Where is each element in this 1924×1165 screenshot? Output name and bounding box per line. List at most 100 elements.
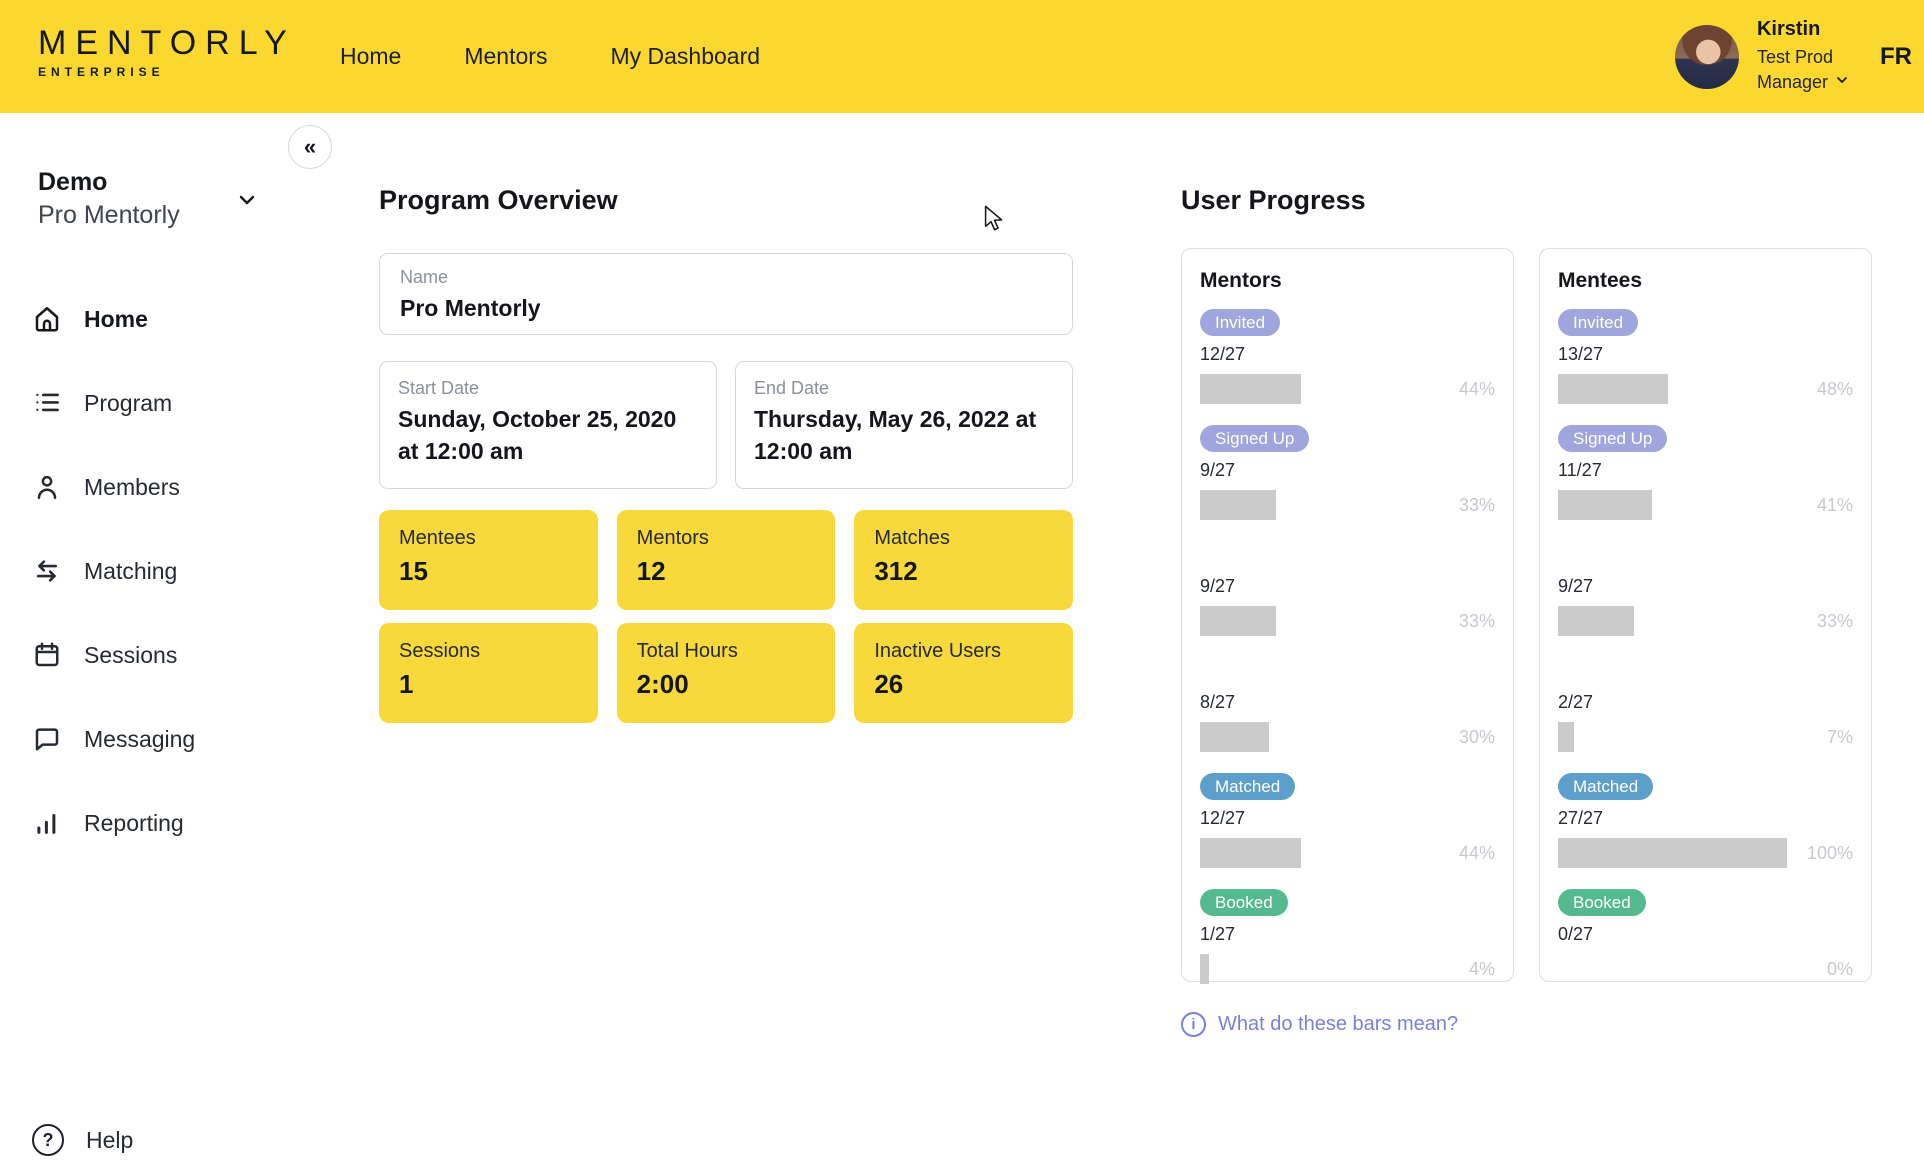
progress-bar-fill [1200, 490, 1276, 520]
progress-row: Booked 0/27 0% [1558, 889, 1853, 984]
progress-row: Matched 27/27 100% [1558, 773, 1853, 868]
progress-bar [1558, 954, 1787, 984]
progress-count: 27/27 [1558, 808, 1853, 830]
stat-value: 1 [399, 669, 578, 700]
progress-bar-fill [1558, 490, 1652, 520]
progress-row: Matched 12/27 44% [1200, 773, 1495, 868]
sidebar-item-help[interactable]: ? Help [32, 1124, 133, 1156]
stat-card-matches: Matches 312 [854, 510, 1073, 610]
sidebar-item-label: Reporting [84, 810, 184, 837]
chevron-down-icon [1834, 72, 1850, 92]
page-title-user-progress: User Progress [1181, 185, 1872, 216]
stat-card-total-hours: Total Hours 2:00 [617, 623, 836, 723]
program-group-label: Demo [38, 166, 268, 198]
progress-percent: 33% [1795, 611, 1853, 632]
sidebar-item-members[interactable]: Members [32, 463, 272, 511]
progress-bar [1200, 722, 1429, 752]
stat-card-mentees: Mentees 15 [379, 510, 598, 610]
user-info[interactable]: Kirstin Test Prod Manager [1757, 19, 1850, 95]
progress-count: 12/27 [1200, 808, 1495, 830]
user-role-line2: Manager [1757, 70, 1828, 95]
sidebar-nav: Home Program Members Matching Sessions [32, 295, 272, 883]
start-date-field[interactable]: Start Date Sunday, October 25, 2020 at 1… [379, 361, 717, 489]
sidebar-item-program[interactable]: Program [32, 379, 272, 427]
status-badge: Matched [1200, 773, 1295, 800]
progress-bar-fill [1200, 374, 1301, 404]
status-badge: Invited [1200, 309, 1280, 336]
progress-percent: 0% [1795, 959, 1853, 980]
status-badge: Signed Up [1200, 425, 1309, 452]
stat-card-mentors: Mentors 12 [617, 510, 836, 610]
progress-bar [1200, 954, 1429, 984]
progress-count: 13/27 [1558, 344, 1853, 366]
bar-chart-icon [32, 808, 62, 838]
field-label: Name [400, 267, 1052, 288]
progress-bar-fill [1558, 722, 1574, 752]
progress-bar-fill [1558, 838, 1787, 868]
stat-label: Matches [874, 527, 1053, 550]
program-name-label: Pro Mentorly [38, 198, 268, 232]
nav-mentors[interactable]: Mentors [464, 43, 547, 70]
chat-bubble-icon [32, 724, 62, 754]
info-icon: i [1181, 1012, 1206, 1037]
program-name-field[interactable]: Name Pro Mentorly [379, 253, 1073, 335]
progress-percent: 44% [1437, 843, 1495, 864]
progress-bar [1558, 606, 1787, 636]
sidebar-item-messaging[interactable]: Messaging [32, 715, 272, 763]
nav-home[interactable]: Home [340, 43, 401, 70]
sidebar-item-matching[interactable]: Matching [32, 547, 272, 595]
sidebar-item-label: Members [84, 474, 180, 501]
mentorly-logo[interactable]: MENTORLY ENTERPRISE [38, 24, 296, 79]
avatar[interactable] [1675, 25, 1739, 89]
stat-label: Mentors [637, 527, 816, 550]
sidebar-item-sessions[interactable]: Sessions [32, 631, 272, 679]
help-label: Help [86, 1127, 133, 1154]
sidebar-item-home[interactable]: Home [32, 295, 272, 343]
info-link-label: What do these bars mean? [1218, 1013, 1458, 1036]
progress-count: 2/27 [1558, 692, 1853, 714]
top-nav: Home Mentors My Dashboard [340, 0, 760, 113]
status-badge: Matched [1558, 773, 1653, 800]
status-badge: Signed Up [1558, 425, 1667, 452]
status-badge: Booked [1558, 889, 1646, 916]
sidebar-item-label: Program [84, 390, 172, 417]
stat-label: Mentees [399, 527, 578, 550]
language-toggle[interactable]: FR [1880, 43, 1912, 71]
progress-percent: 30% [1437, 727, 1495, 748]
progress-bar [1558, 490, 1787, 520]
nav-my-dashboard[interactable]: My Dashboard [610, 43, 760, 70]
help-icon: ? [32, 1124, 64, 1156]
progress-bar-fill [1200, 954, 1209, 984]
user-progress-mentors-card: Mentors Invited 12/27 [1181, 248, 1514, 982]
stat-label: Total Hours [637, 640, 816, 663]
progress-bar-fill [1558, 374, 1668, 404]
user-name: Kirstin [1757, 19, 1850, 39]
progress-bar [1200, 838, 1429, 868]
sidebar-collapse-button[interactable]: « [288, 125, 332, 169]
progress-percent: 48% [1795, 379, 1853, 400]
home-icon [32, 304, 62, 334]
field-value: Thursday, May 26, 2022 at 12:00 am [754, 403, 1054, 467]
stat-value: 12 [637, 556, 816, 587]
progress-bar [1200, 490, 1429, 520]
calendar-icon [32, 640, 62, 670]
user-menu: Kirstin Test Prod Manager FR [1675, 0, 1912, 113]
progress-count: 1/27 [1200, 924, 1495, 946]
page-title-program-overview: Program Overview [379, 185, 1073, 216]
end-date-field[interactable]: End Date Thursday, May 26, 2022 at 12:00… [735, 361, 1073, 489]
person-icon [32, 472, 62, 502]
swap-arrows-icon [32, 556, 62, 586]
sidebar-item-reporting[interactable]: Reporting [32, 799, 272, 847]
stat-card-inactive-users: Inactive Users 26 [854, 623, 1073, 723]
field-label: Start Date [398, 378, 698, 399]
progress-percent: 100% [1795, 843, 1853, 864]
bars-info-link[interactable]: i What do these bars mean? [1181, 1012, 1872, 1037]
program-overview-section: Program Overview Name Pro Mentorly Start… [379, 185, 1073, 736]
progress-percent: 33% [1437, 495, 1495, 516]
program-selector[interactable]: Demo Pro Mentorly [38, 166, 268, 232]
stat-value: 26 [874, 669, 1053, 700]
top-header: MENTORLY ENTERPRISE Home Mentors My Dash… [0, 0, 1924, 113]
progress-row: 2/27 7% [1558, 657, 1853, 752]
sidebar-item-label: Messaging [84, 726, 195, 753]
program-chevron-down-icon[interactable] [235, 188, 259, 217]
